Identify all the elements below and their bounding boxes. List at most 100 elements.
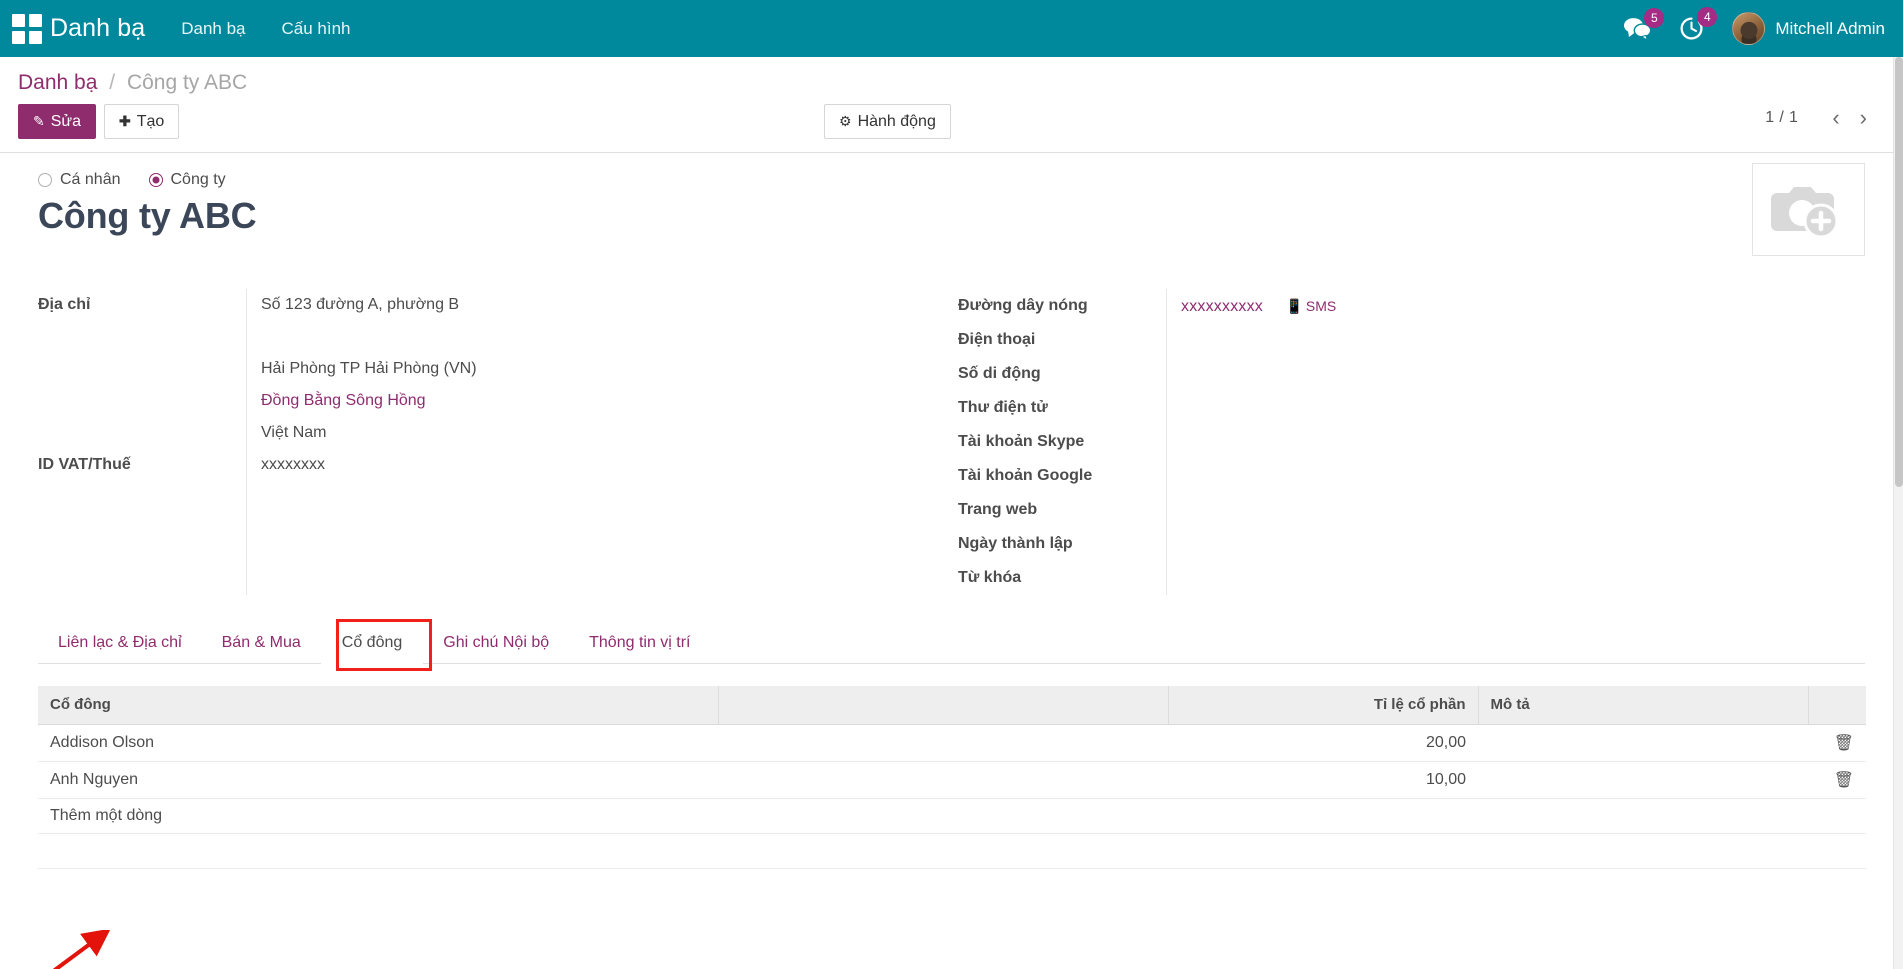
right-field-labels: Đường dây nóng Điện thoại Số di động Thư… (958, 289, 1166, 595)
phone-label: Điện thoại (958, 323, 1166, 357)
tab-shareholders[interactable]: Cổ đông (321, 623, 424, 664)
odoo-contacts-form-page: Danh bạ Danh bạ Cấu hình 5 4 (0, 0, 1903, 969)
hotline-value[interactable]: xxxxxxxxxx (1181, 298, 1263, 315)
shareholders-table: Cổ đông Tỉ lệ cổ phần Mô tả Addison Olso… (38, 686, 1866, 869)
empty-cell-2 (718, 833, 1168, 868)
control-panel-buttons-row: ✎ Sửa ✚Tạo ⚙ Hành động 1 / 1 ‹ › (18, 97, 1885, 152)
google-account-label: Tài khoản Google (958, 459, 1166, 493)
column-header-shareholder[interactable]: Cổ đông (38, 686, 718, 724)
table-row[interactable]: Anh Nguyen 10,00 🗑 (38, 761, 1866, 798)
edit-button-label: Sửa (51, 113, 81, 130)
left-field-values: Số 123 đường A, phường B Hải Phòng TP Hả… (246, 289, 477, 595)
chevron-left-icon[interactable]: ‹ (1824, 107, 1847, 129)
action-button[interactable]: ⚙ Hành động (824, 104, 951, 139)
edit-button[interactable]: ✎ Sửa (18, 104, 96, 139)
skype-label: Tài khoản Skype (958, 425, 1166, 459)
address-region-link[interactable]: Đồng Bằng Sông Hồng (261, 385, 477, 417)
action-button-label: Hành động (858, 113, 936, 130)
company-image-upload[interactable] (1752, 163, 1865, 256)
notebook-tabs: Liên lạc & Địa chỉ Bán & Mua Cổ đông Ghi… (38, 623, 1865, 664)
gear-icon: ⚙ (839, 113, 852, 129)
left-field-column: Địa chỉ ID VAT/Thuế Số 123 đường A, phườ… (38, 289, 958, 595)
tab-internal-notes[interactable]: Ghi chú Nội bộ (423, 624, 569, 663)
address-street[interactable]: Số 123 đường A, phường B (261, 289, 477, 321)
mobile-label: Số di động (958, 357, 1166, 391)
pencil-icon: ✎ (33, 113, 45, 129)
trash-icon[interactable]: 🗑 (1808, 761, 1866, 798)
address-city-state[interactable]: Hải Phòng TP Hải Phòng (VN) (261, 353, 477, 385)
right-field-column: Đường dây nóng Điện thoại Số di động Thư… (958, 289, 1858, 595)
address-street2[interactable] (261, 321, 477, 353)
column-header-description[interactable]: Mô tả (1478, 686, 1808, 724)
messages-count-badge: 5 (1644, 8, 1664, 28)
website-label: Trang web (958, 493, 1166, 527)
cell-blank (718, 761, 1168, 798)
cell-shareholder-name[interactable]: Addison Olson (38, 724, 718, 761)
tab-location-info[interactable]: Thông tin vị trí (569, 624, 710, 663)
left-field-labels: Địa chỉ ID VAT/Thuế (38, 289, 246, 595)
pager: 1 / 1 ‹ › (1765, 107, 1875, 129)
breadcrumb-separator: / (109, 71, 115, 94)
phone-value[interactable] (1181, 323, 1336, 357)
founding-date-value[interactable] (1181, 527, 1336, 561)
column-header-share-percent[interactable]: Tỉ lệ cổ phần (1168, 686, 1478, 724)
add-line-row[interactable]: Thêm một dòng (38, 798, 1866, 833)
radio-individual[interactable]: Cá nhân (38, 171, 121, 189)
breadcrumb-root-link[interactable]: Danh bạ (18, 71, 97, 94)
apps-grid-icon[interactable] (10, 12, 44, 46)
avatar (1732, 12, 1765, 45)
top-navbar: Danh bạ Danh bạ Cấu hình 5 4 (0, 0, 1903, 57)
breadcrumb-current: Công ty ABC (127, 71, 247, 94)
empty-cell-4 (1478, 833, 1808, 868)
hotline-value-row: xxxxxxxxxx 📱SMS (1181, 289, 1336, 323)
email-value[interactable] (1181, 391, 1336, 425)
trash-icon[interactable]: 🗑 (1808, 724, 1866, 761)
radio-individual-label: Cá nhân (60, 171, 121, 189)
radio-company[interactable]: Công ty (149, 171, 226, 189)
skype-value[interactable] (1181, 425, 1336, 459)
table-header-row: Cổ đông Tỉ lệ cổ phần Mô tả (38, 686, 1866, 724)
menu-item-contacts[interactable]: Danh bạ (181, 19, 245, 39)
sms-link-label: SMS (1306, 298, 1336, 314)
activities-button[interactable]: 4 (1679, 16, 1704, 41)
add-line-button[interactable]: Thêm một dòng (38, 798, 718, 833)
form-fields: Địa chỉ ID VAT/Thuế Số 123 đường A, phườ… (38, 289, 1865, 605)
app-brand-title[interactable]: Danh bạ (50, 14, 145, 43)
mobile-icon: 📱 (1285, 298, 1302, 314)
table-body: Addison Olson 20,00 🗑 Anh Nguyen 10,00 🗑… (38, 724, 1866, 868)
cell-share-percent[interactable]: 10,00 (1168, 761, 1478, 798)
cell-share-percent[interactable]: 20,00 (1168, 724, 1478, 761)
page-scrollbar[interactable] (1893, 57, 1903, 969)
add-line-filler-4 (1808, 798, 1866, 833)
radio-company-label: Công ty (171, 171, 226, 189)
menu-item-configuration[interactable]: Cấu hình (282, 19, 351, 39)
pager-count: 1 / 1 (1765, 109, 1798, 127)
vat-value[interactable]: xxxxxxxx (261, 449, 477, 481)
tab-contacts-addresses[interactable]: Liên lạc & Địa chỉ (38, 624, 202, 663)
create-button[interactable]: ✚Tạo (104, 104, 179, 139)
sms-link[interactable]: 📱SMS (1285, 298, 1336, 314)
add-line-filler-1 (718, 798, 1168, 833)
user-menu[interactable]: Mitchell Admin (1732, 12, 1885, 45)
tab-sales-purchase[interactable]: Bán & Mua (202, 624, 321, 663)
google-account-value[interactable] (1181, 459, 1336, 493)
action-menu-container: ⚙ Hành động (824, 104, 951, 139)
table-row[interactable]: Addison Olson 20,00 🗑 (38, 724, 1866, 761)
address-label: Địa chỉ (38, 289, 246, 321)
tags-value[interactable] (1181, 561, 1336, 595)
website-value[interactable] (1181, 493, 1336, 527)
messages-button[interactable]: 5 (1624, 17, 1651, 41)
address-country[interactable]: Việt Nam (261, 417, 477, 449)
chevron-right-icon[interactable]: › (1852, 107, 1875, 129)
empty-cell-1 (38, 833, 718, 868)
cell-blank (718, 724, 1168, 761)
cell-description[interactable] (1478, 761, 1808, 798)
empty-row (38, 833, 1866, 868)
mobile-value[interactable] (1181, 357, 1336, 391)
red-arrow-annotation (36, 930, 156, 969)
cell-description[interactable] (1478, 724, 1808, 761)
scrollbar-thumb[interactable] (1895, 57, 1903, 487)
control-panel: Danh bạ / Công ty ABC ✎ Sửa ✚Tạo ⚙ Hành độ… (0, 57, 1903, 153)
add-line-filler-2 (1168, 798, 1478, 833)
cell-shareholder-name[interactable]: Anh Nguyen (38, 761, 718, 798)
